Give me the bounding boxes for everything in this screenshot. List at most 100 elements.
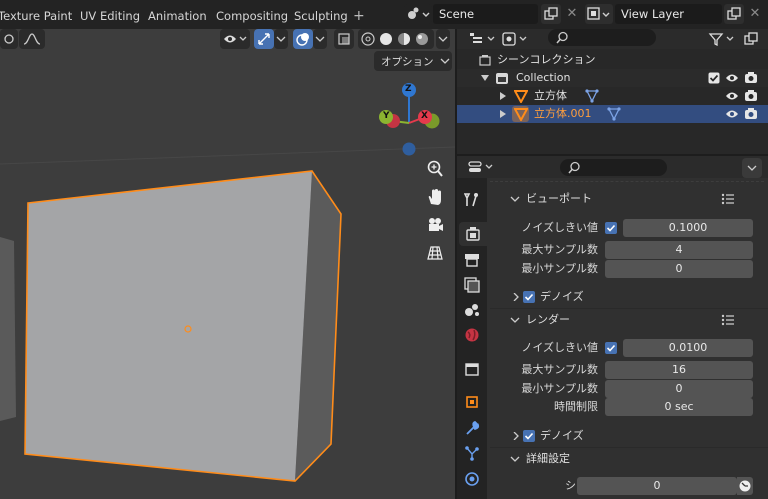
outliner-row-label: 立方体 [534, 89, 567, 102]
output-tab-icon[interactable] [459, 248, 485, 272]
properties-search-input[interactable] [560, 159, 667, 176]
outliner-row-collection[interactable]: Collection [457, 69, 768, 87]
noise-threshold-checkbox[interactable] [605, 222, 617, 234]
render-min-samples-field[interactable]: 0 [605, 380, 753, 398]
chevron-right-icon [513, 293, 519, 301]
min-samples-label: 最小サンプル数 [521, 382, 598, 395]
xray-toggle-icon[interactable] [334, 29, 354, 49]
overlays-toggle-icon[interactable] [293, 29, 313, 49]
render-tab-icon[interactable] [459, 222, 489, 246]
render-camera-icon[interactable] [744, 107, 758, 120]
render-panel-header[interactable]: レンダー [490, 309, 764, 331]
pan-hand-icon[interactable] [422, 184, 448, 210]
viewport-denoise-subpanel[interactable]: デノイズ [512, 288, 712, 306]
particles-tab-icon[interactable] [459, 441, 485, 465]
close-view-layer-icon[interactable]: ✕ [746, 5, 764, 23]
gizmo-toggle-icon[interactable] [254, 29, 274, 49]
world-tab-icon[interactable] [459, 323, 485, 347]
render-camera-icon[interactable] [744, 89, 758, 102]
visibility-selectability-icon[interactable] [220, 29, 250, 49]
add-workspace-button[interactable]: + [353, 0, 365, 29]
expand-arrow-icon[interactable] [499, 110, 507, 118]
new-view-layer-icon[interactable] [724, 4, 744, 24]
render-denoise-subpanel[interactable]: デノイズ [512, 427, 712, 445]
expand-arrow-icon[interactable] [481, 74, 489, 82]
outliner: シーンコレクション Collection 立方体 立方体.001 [457, 29, 768, 154]
viewport-max-samples-field[interactable]: 4 [605, 241, 753, 259]
scene-selector-icon[interactable] [404, 4, 432, 24]
properties-options-dropdown[interactable] [742, 158, 762, 178]
outliner-row-cube-001[interactable]: 立方体.001 [457, 105, 768, 123]
camera-view-icon[interactable] [422, 212, 448, 238]
viewport-noise-threshold-field[interactable]: 0.1000 [623, 219, 753, 237]
close-scene-icon[interactable]: ✕ [563, 5, 581, 23]
view-layer-tab-icon[interactable] [459, 273, 485, 297]
mesh-data-icon[interactable] [607, 107, 621, 121]
search-icon [556, 31, 568, 44]
eye-icon[interactable] [725, 90, 739, 102]
mesh-data-icon[interactable] [585, 89, 599, 103]
shading-dropdown-icon[interactable] [436, 29, 450, 49]
chevron-down-icon [510, 317, 520, 323]
new-scene-icon[interactable] [541, 4, 561, 24]
seed-field[interactable]: 0 [577, 477, 737, 495]
tab-animation[interactable]: Animation [148, 0, 207, 29]
denoise-checkbox[interactable] [523, 430, 535, 442]
scene-name-field[interactable]: Scene [433, 4, 538, 24]
gizmo-dropdown-icon[interactable] [274, 29, 288, 49]
object-tab-icon[interactable] [459, 390, 485, 414]
display-mode-icon[interactable] [501, 29, 531, 49]
outliner-row-label: 立方体.001 [534, 107, 592, 120]
outliner-search-input[interactable] [548, 29, 656, 46]
chevron-down-icon [440, 58, 449, 64]
viewport-mode-icon[interactable] [0, 29, 18, 49]
list-menu-icon[interactable] [721, 314, 735, 326]
tool-tab-icon[interactable] [459, 188, 485, 212]
new-collection-icon[interactable] [741, 29, 761, 49]
properties-editor-type-icon[interactable] [467, 157, 497, 177]
overlays-dropdown-icon[interactable] [313, 29, 327, 49]
gizmo-z-label: Z [405, 84, 412, 94]
render-noise-threshold-checkbox[interactable] [605, 342, 617, 354]
properties-tab-column [457, 178, 489, 499]
viewport-panel-header[interactable]: ビューポート [490, 188, 764, 210]
eye-icon[interactable] [725, 72, 739, 84]
outliner-row-label: シーンコレクション [497, 53, 596, 66]
list-menu-icon[interactable] [721, 193, 735, 205]
tab-texture-paint[interactable]: Texture Paint [0, 0, 72, 29]
random-seed-icon[interactable] [737, 477, 753, 495]
render-max-samples-field[interactable]: 16 [605, 361, 753, 379]
view-layer-selector-icon[interactable] [585, 4, 613, 24]
proportional-falloff-icon[interactable] [19, 29, 45, 49]
exclude-checkbox-icon[interactable] [708, 72, 720, 84]
render-camera-icon[interactable] [744, 71, 758, 84]
eye-icon[interactable] [725, 108, 739, 120]
scene-tab-icon[interactable] [459, 298, 485, 322]
gizmo-x-label: X [421, 111, 428, 121]
options-dropdown[interactable]: オプション [374, 51, 452, 71]
render-time-limit-field[interactable]: 0 sec [605, 398, 753, 416]
render-noise-threshold-field[interactable]: 0.0100 [623, 339, 753, 357]
outliner-editor-type-icon[interactable] [467, 29, 499, 49]
expand-arrow-icon[interactable] [499, 92, 507, 100]
collection-tab-icon[interactable] [459, 357, 485, 381]
filter-icon[interactable] [706, 29, 738, 49]
max-samples-label: 最大サンプル数 [521, 363, 598, 376]
advanced-panel-header[interactable]: 詳細設定 [490, 448, 764, 470]
outliner-row-cube[interactable]: 立方体 [457, 87, 768, 105]
3d-viewport[interactable]: オプション Z Y X [0, 29, 455, 499]
viewport-min-samples-field[interactable]: 0 [605, 260, 753, 278]
modifier-wrench-icon[interactable] [459, 416, 485, 440]
view-layer-name-field[interactable]: View Layer [615, 4, 722, 24]
tab-sculpting[interactable]: Sculpting [294, 0, 348, 29]
shading-mode-group [358, 29, 434, 49]
perspective-grid-icon[interactable] [422, 240, 448, 266]
outliner-row-scene-collection[interactable]: シーンコレクション [457, 51, 768, 69]
chevron-down-icon [510, 456, 520, 462]
tab-compositing[interactable]: Compositing [216, 0, 288, 29]
zoom-icon[interactable] [422, 156, 448, 182]
min-samples-label: 最小サンプル数 [521, 262, 598, 275]
physics-tab-icon[interactable] [459, 467, 485, 491]
denoise-checkbox[interactable] [523, 291, 535, 303]
tab-uv-editing[interactable]: UV Editing [80, 0, 140, 29]
